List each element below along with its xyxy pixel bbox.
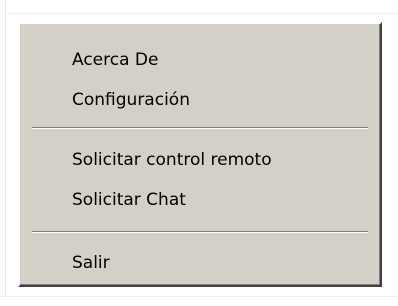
background-top-area (0, 0, 398, 14)
background-divider-line (0, 13, 398, 14)
menu-separator (32, 231, 368, 233)
menu-separator (32, 127, 368, 129)
background-left-area (0, 0, 6, 305)
menu-item-configuracion[interactable]: Configuración (22, 83, 378, 117)
menu-item-acerca-de[interactable]: Acerca De (22, 43, 378, 77)
menu-item-solicitar-chat[interactable]: Solicitar Chat (22, 183, 378, 217)
menu-item-salir[interactable]: Salir (22, 246, 378, 280)
menu-item-solicitar-control-remoto[interactable]: Solicitar control remoto (22, 143, 378, 177)
context-menu: Acerca De Configuración Solicitar contro… (18, 22, 382, 287)
